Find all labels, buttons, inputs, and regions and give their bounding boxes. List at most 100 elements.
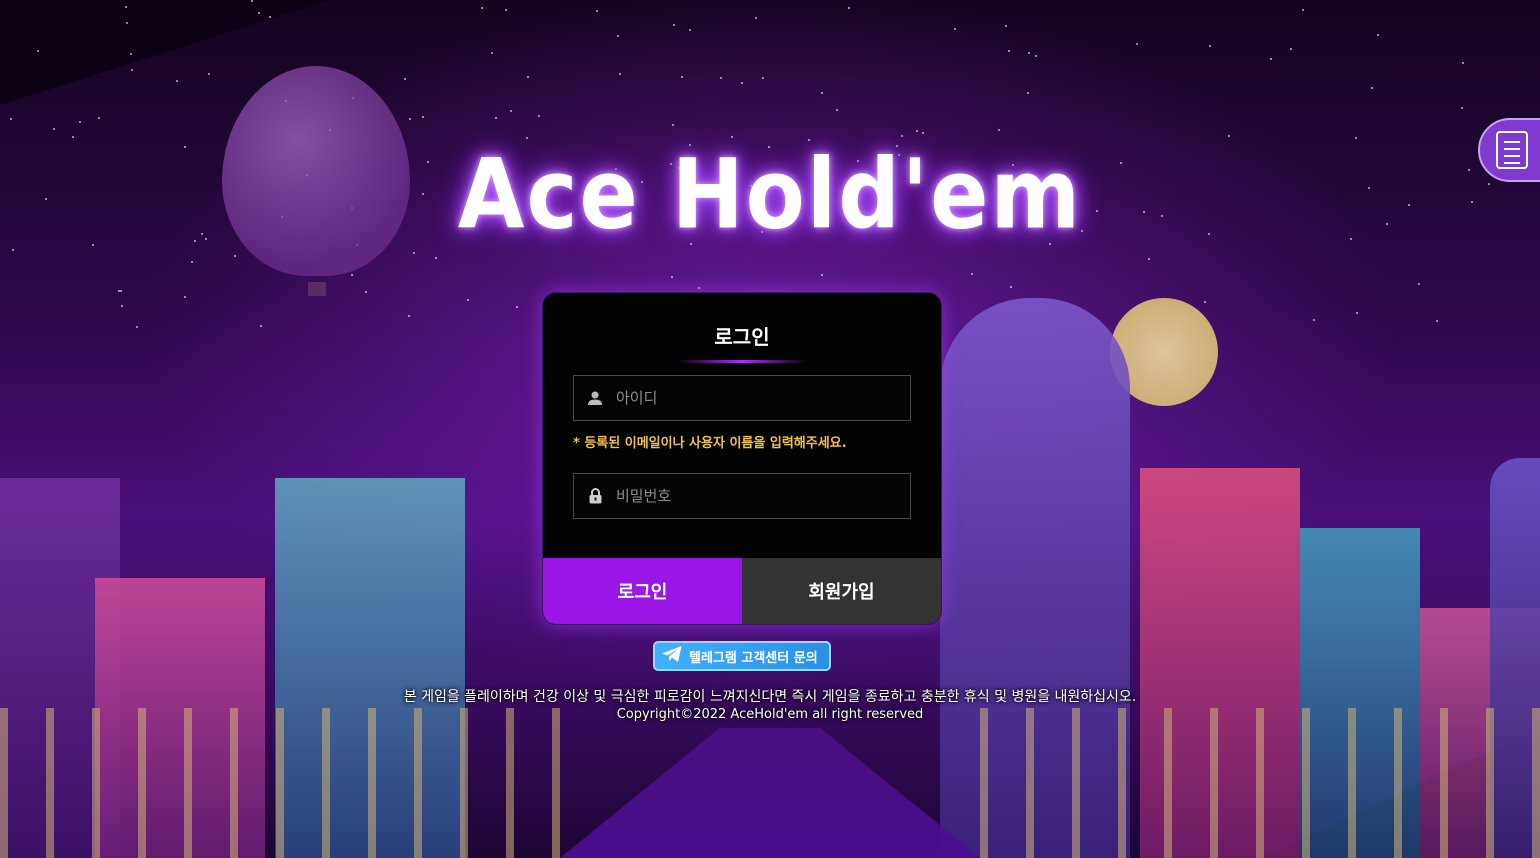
star bbox=[191, 261, 193, 263]
lock-icon bbox=[574, 488, 616, 504]
star bbox=[901, 135, 903, 137]
star bbox=[698, 287, 700, 289]
star bbox=[1418, 283, 1420, 285]
copyright-text: Copyright©2022 AceHold'em all right rese… bbox=[616, 707, 924, 722]
star bbox=[422, 116, 424, 118]
star bbox=[234, 255, 236, 257]
star bbox=[126, 22, 128, 24]
star bbox=[120, 290, 122, 292]
star bbox=[510, 110, 512, 112]
login-button[interactable]: 로그인 bbox=[543, 558, 742, 624]
star bbox=[1148, 258, 1150, 260]
star bbox=[998, 129, 1000, 131]
username-input[interactable] bbox=[616, 376, 910, 420]
star bbox=[755, 17, 757, 19]
star bbox=[1462, 62, 1464, 64]
star bbox=[1302, 9, 1304, 11]
star bbox=[619, 73, 621, 75]
star bbox=[971, 273, 973, 275]
star bbox=[1270, 58, 1272, 60]
star bbox=[681, 76, 683, 78]
user-icon bbox=[574, 390, 616, 406]
star bbox=[131, 69, 133, 71]
star bbox=[596, 10, 598, 12]
star bbox=[269, 16, 271, 18]
star bbox=[922, 132, 924, 134]
star bbox=[53, 128, 55, 130]
star bbox=[184, 296, 186, 298]
star bbox=[673, 24, 675, 26]
star bbox=[527, 76, 529, 78]
star bbox=[954, 28, 956, 30]
star bbox=[1228, 135, 1230, 137]
star bbox=[72, 136, 74, 138]
star bbox=[821, 274, 823, 276]
star bbox=[260, 325, 262, 327]
side-menu-button[interactable] bbox=[1478, 118, 1540, 182]
star bbox=[836, 109, 838, 111]
star bbox=[671, 276, 673, 278]
star bbox=[1204, 301, 1206, 303]
balloon-basket bbox=[308, 282, 326, 296]
star bbox=[762, 77, 764, 79]
star bbox=[208, 73, 210, 75]
star bbox=[1461, 107, 1463, 109]
bridge-right bbox=[980, 708, 1540, 858]
star bbox=[1010, 286, 1012, 288]
telegram-support-button[interactable]: 텔레그램 고객센터 문의 bbox=[653, 641, 831, 671]
star bbox=[491, 52, 493, 54]
password-input[interactable] bbox=[616, 474, 910, 518]
title-underline bbox=[677, 360, 807, 363]
star bbox=[251, 0, 253, 2]
login-title: 로그인 bbox=[714, 325, 770, 349]
star bbox=[1436, 320, 1438, 322]
star bbox=[435, 257, 437, 259]
star bbox=[98, 117, 100, 119]
star bbox=[1313, 319, 1315, 321]
star bbox=[916, 130, 918, 132]
star bbox=[125, 6, 127, 8]
star bbox=[258, 12, 260, 14]
star bbox=[481, 7, 483, 9]
star bbox=[1008, 50, 1010, 52]
star bbox=[176, 80, 178, 82]
document-icon bbox=[1496, 131, 1528, 169]
star bbox=[848, 7, 850, 9]
star bbox=[617, 35, 619, 37]
star bbox=[118, 290, 120, 292]
star bbox=[1035, 55, 1037, 57]
star bbox=[409, 118, 411, 120]
signup-button[interactable]: 회원가입 bbox=[742, 558, 941, 624]
star bbox=[1209, 45, 1211, 47]
star bbox=[37, 50, 39, 52]
star bbox=[351, 274, 353, 276]
star bbox=[1027, 92, 1029, 94]
health-notice: 본 게임을 플레이하며 건강 이상 및 극심한 피로감이 느껴지신다면 즉시 게… bbox=[403, 689, 1137, 705]
star bbox=[413, 252, 415, 254]
star bbox=[10, 118, 12, 120]
card-button-row: 로그인 회원가입 bbox=[543, 558, 941, 624]
star bbox=[495, 117, 497, 119]
bridge-left bbox=[0, 708, 560, 858]
star bbox=[1371, 87, 1373, 89]
username-field[interactable] bbox=[573, 375, 911, 421]
star bbox=[821, 92, 823, 94]
brand-logo: Ace Hold'em bbox=[457, 139, 1083, 251]
telegram-icon bbox=[661, 645, 683, 667]
star bbox=[689, 29, 691, 31]
star bbox=[672, 124, 674, 126]
star bbox=[720, 77, 722, 79]
star bbox=[505, 9, 507, 11]
login-card: 로그인 * 등록된 이메일이나 사용자 이름을 입력해주세요. 로그인 회원가입 bbox=[542, 292, 942, 625]
star bbox=[1028, 52, 1030, 54]
password-field[interactable] bbox=[573, 473, 911, 519]
star bbox=[1356, 312, 1358, 314]
username-hint: * 등록된 이메일이나 사용자 이름을 입력해주세요. bbox=[573, 436, 847, 451]
star bbox=[136, 326, 138, 328]
star bbox=[365, 291, 367, 293]
star bbox=[1290, 48, 1292, 50]
telegram-support-label: 텔레그램 고객센터 문의 bbox=[689, 650, 818, 666]
star bbox=[1005, 25, 1007, 27]
star bbox=[538, 115, 540, 117]
star bbox=[79, 121, 81, 123]
